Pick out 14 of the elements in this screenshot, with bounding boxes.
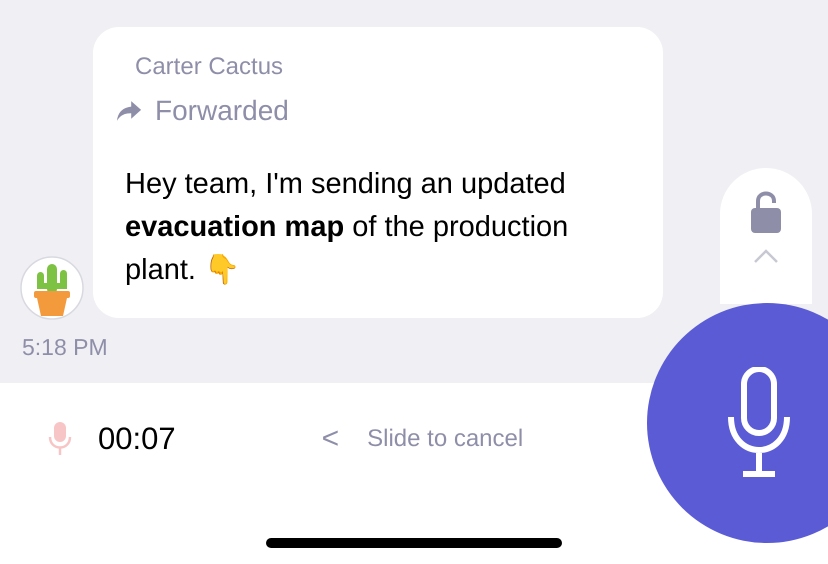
chevron-left-icon: <: [322, 422, 340, 456]
slide-to-cancel-hint: Slide to cancel: [367, 425, 524, 453]
recording-duration: 00:07: [98, 421, 176, 457]
sender-name: Carter Cactus: [135, 53, 284, 81]
forward-arrow-icon: [115, 100, 143, 122]
microphone-icon: [727, 367, 791, 479]
forwarded-label: Forwarded: [155, 95, 289, 127]
message-time: 5:18 PM: [22, 334, 109, 361]
microphone-icon: [48, 421, 72, 457]
message-text: Hey team, I'm sending an updated evacuation map of the production plant. 👇: [125, 167, 570, 288]
cactus-avatar-icon: [20, 256, 84, 320]
lock-pill[interactable]: [720, 168, 812, 304]
chevron-up-icon: [753, 248, 779, 264]
lock-icon: [750, 190, 782, 234]
